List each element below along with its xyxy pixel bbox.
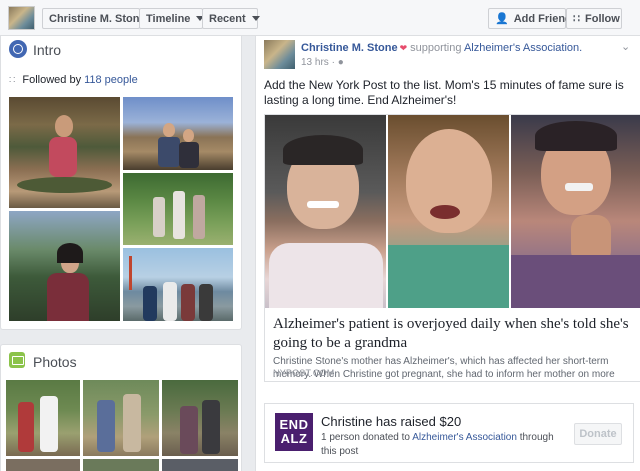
recent-dropdown[interactable]: Recent <box>202 8 260 29</box>
profile-nav-bar: Christine M. Stone Timeline Recent 👤 Add … <box>0 0 640 36</box>
intro-title: Intro <box>33 42 62 58</box>
link-image-1 <box>265 115 386 308</box>
fundraiser-subtext: 1 person donated to Alzheimer's Associat… <box>321 431 566 459</box>
post-timestamp[interactable]: 13 hrs <box>301 57 329 68</box>
timeline-label: Timeline <box>146 12 191 25</box>
photos-thumb-2[interactable] <box>83 380 159 456</box>
photos-thumb-5[interactable] <box>83 459 159 471</box>
followers-line: ∷ Followed by 118 people <box>9 74 138 86</box>
post-meta: 13 hrs · ● <box>301 57 344 68</box>
endalz-logo-line2: ALZ <box>280 431 308 446</box>
photos-icon <box>9 352 25 368</box>
link-preview[interactable]: Alzheimer's patient is overjoyed daily w… <box>264 114 640 382</box>
post-author-avatar[interactable] <box>264 40 295 69</box>
supporting-label: supporting <box>410 42 462 54</box>
follow-button[interactable]: ∷ Follow <box>566 8 622 29</box>
organization-link[interactable]: Alzheimer's Association. <box>464 42 582 54</box>
profile-avatar[interactable] <box>8 6 35 30</box>
recent-label: Recent <box>209 12 246 25</box>
fundraiser-title: Christine has raised $20 <box>321 414 462 429</box>
photos-thumb-6[interactable] <box>162 459 238 471</box>
photos-thumb-3[interactable] <box>162 380 238 456</box>
profile-name-button[interactable]: Christine M. Stone <box>42 8 146 29</box>
profile-name-label: Christine M. Stone <box>49 12 146 25</box>
followers-count-link[interactable]: 118 people <box>84 74 138 86</box>
post-header: Christine M. Stone ❤ supporting Alzheimer'… <box>301 42 582 54</box>
intro-photo-5[interactable] <box>123 248 233 321</box>
link-domain: NYPOST.COM <box>273 368 335 378</box>
globe-icon <box>9 40 27 58</box>
post-options-chevron-icon[interactable]: ⌄ <box>621 40 630 53</box>
timeline-dropdown[interactable]: Timeline <box>139 8 205 29</box>
fundraiser-org-link[interactable]: Alzheimer's Association <box>412 432 517 443</box>
post-text: Add the New York Post to the list. Mom's… <box>264 78 624 107</box>
followed-by-label: Followed by <box>22 74 82 86</box>
photos-thumb-4[interactable] <box>6 459 80 471</box>
endalz-logo: END ALZ <box>275 413 313 451</box>
photos-title: Photos <box>33 354 77 370</box>
photos-thumb-1[interactable] <box>6 380 80 456</box>
intro-photo-1[interactable] <box>9 97 120 208</box>
rss-icon: ∷ <box>9 74 16 86</box>
intro-photo-2[interactable] <box>123 97 233 170</box>
add-friend-icon: 👤 <box>495 13 509 25</box>
rss-icon: ∷ <box>573 13 580 25</box>
heart-badge-icon: ❤ <box>399 43 408 53</box>
link-image-2 <box>388 115 509 308</box>
add-friend-button[interactable]: 👤 Add Friend <box>488 8 572 29</box>
link-image-3 <box>511 115 640 308</box>
post-author-link[interactable]: Christine M. Stone <box>301 42 398 54</box>
endalz-logo-line1: END <box>279 417 309 432</box>
public-globe-icon: ● <box>337 57 344 68</box>
fundraiser-sub-prefix: 1 person donated to <box>321 432 410 443</box>
follow-label: Follow <box>585 12 620 25</box>
intro-photo-3[interactable] <box>123 173 233 245</box>
donate-button[interactable]: Donate <box>574 423 622 445</box>
intro-photo-4[interactable] <box>9 211 120 321</box>
link-title[interactable]: Alzheimer's patient is overjoyed daily w… <box>273 315 633 353</box>
add-friend-label: Add Friend <box>513 12 572 25</box>
chevron-down-icon <box>251 16 260 21</box>
fundraiser-box: END ALZ Christine has raised $20 1 person… <box>264 403 634 463</box>
